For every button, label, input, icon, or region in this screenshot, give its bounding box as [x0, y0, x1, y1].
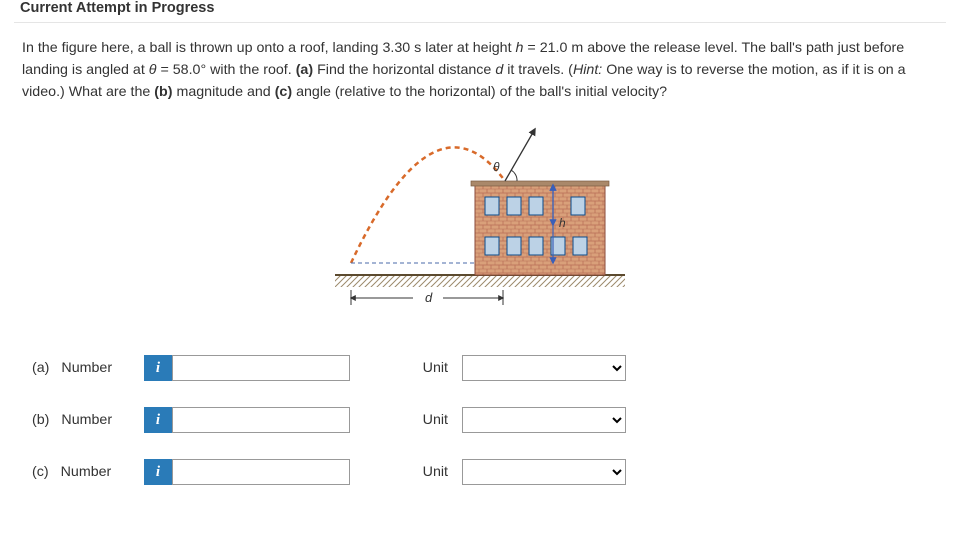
- unit-label-a: Unit: [380, 360, 462, 376]
- part-b-label: Number: [61, 412, 112, 428]
- ground-hatch: [335, 275, 625, 287]
- problem-statement: In the figure here, a ball is thrown up …: [0, 37, 960, 103]
- part-c-label: Number: [61, 464, 112, 480]
- part-c-bold: (c): [275, 84, 292, 100]
- answer-section: (a) Number i Unit (b) Number i Unit (c) …: [0, 325, 960, 541]
- info-icon[interactable]: i: [144, 459, 172, 485]
- divider: [14, 22, 946, 23]
- number-input-c[interactable]: [172, 459, 350, 485]
- part-a-tag: (a): [32, 360, 49, 376]
- number-input-a[interactable]: [172, 355, 350, 381]
- unit-select-c[interactable]: [462, 459, 626, 485]
- theta-label: θ: [493, 160, 500, 174]
- part-a-label: Number: [61, 360, 112, 376]
- part-c-tag: (c): [32, 464, 49, 480]
- problem-text-1: In the figure here, a ball is thrown up …: [22, 40, 516, 56]
- problem-text-5: it travels. (: [503, 62, 573, 78]
- info-icon[interactable]: i: [144, 407, 172, 433]
- problem-figure: θ h d: [0, 103, 960, 325]
- var-theta: θ: [149, 62, 157, 78]
- unit-select-b[interactable]: [462, 407, 626, 433]
- figure-svg: θ h d: [335, 125, 625, 315]
- answer-row-b: (b) Number i Unit: [32, 407, 938, 433]
- number-input-b[interactable]: [172, 407, 350, 433]
- h-label: h: [559, 216, 566, 230]
- d-label: d: [425, 290, 433, 305]
- theta-arc: [511, 170, 517, 181]
- problem-text-4: Find the horizontal distance: [313, 62, 495, 78]
- part-b-bold: (b): [154, 84, 172, 100]
- problem-text-6: magnitude and: [172, 84, 274, 100]
- unit-label-c: Unit: [380, 464, 462, 480]
- answer-row-c: (c) Number i Unit: [32, 459, 938, 485]
- unit-label-b: Unit: [380, 412, 462, 428]
- problem-text-3: = 58.0° with the roof.: [157, 62, 296, 78]
- part-a-bold: (a): [296, 62, 313, 78]
- part-b-tag: (b): [32, 412, 49, 428]
- info-icon[interactable]: i: [144, 355, 172, 381]
- roof: [471, 181, 609, 186]
- hint-label: Hint:: [573, 62, 602, 78]
- page-title: Current Attempt in Progress: [0, 0, 960, 22]
- tangent-line: [505, 129, 535, 181]
- answer-row-a: (a) Number i Unit: [32, 355, 938, 381]
- unit-select-a[interactable]: [462, 355, 626, 381]
- problem-text-7: angle (relative to the horizontal) of th…: [292, 84, 667, 100]
